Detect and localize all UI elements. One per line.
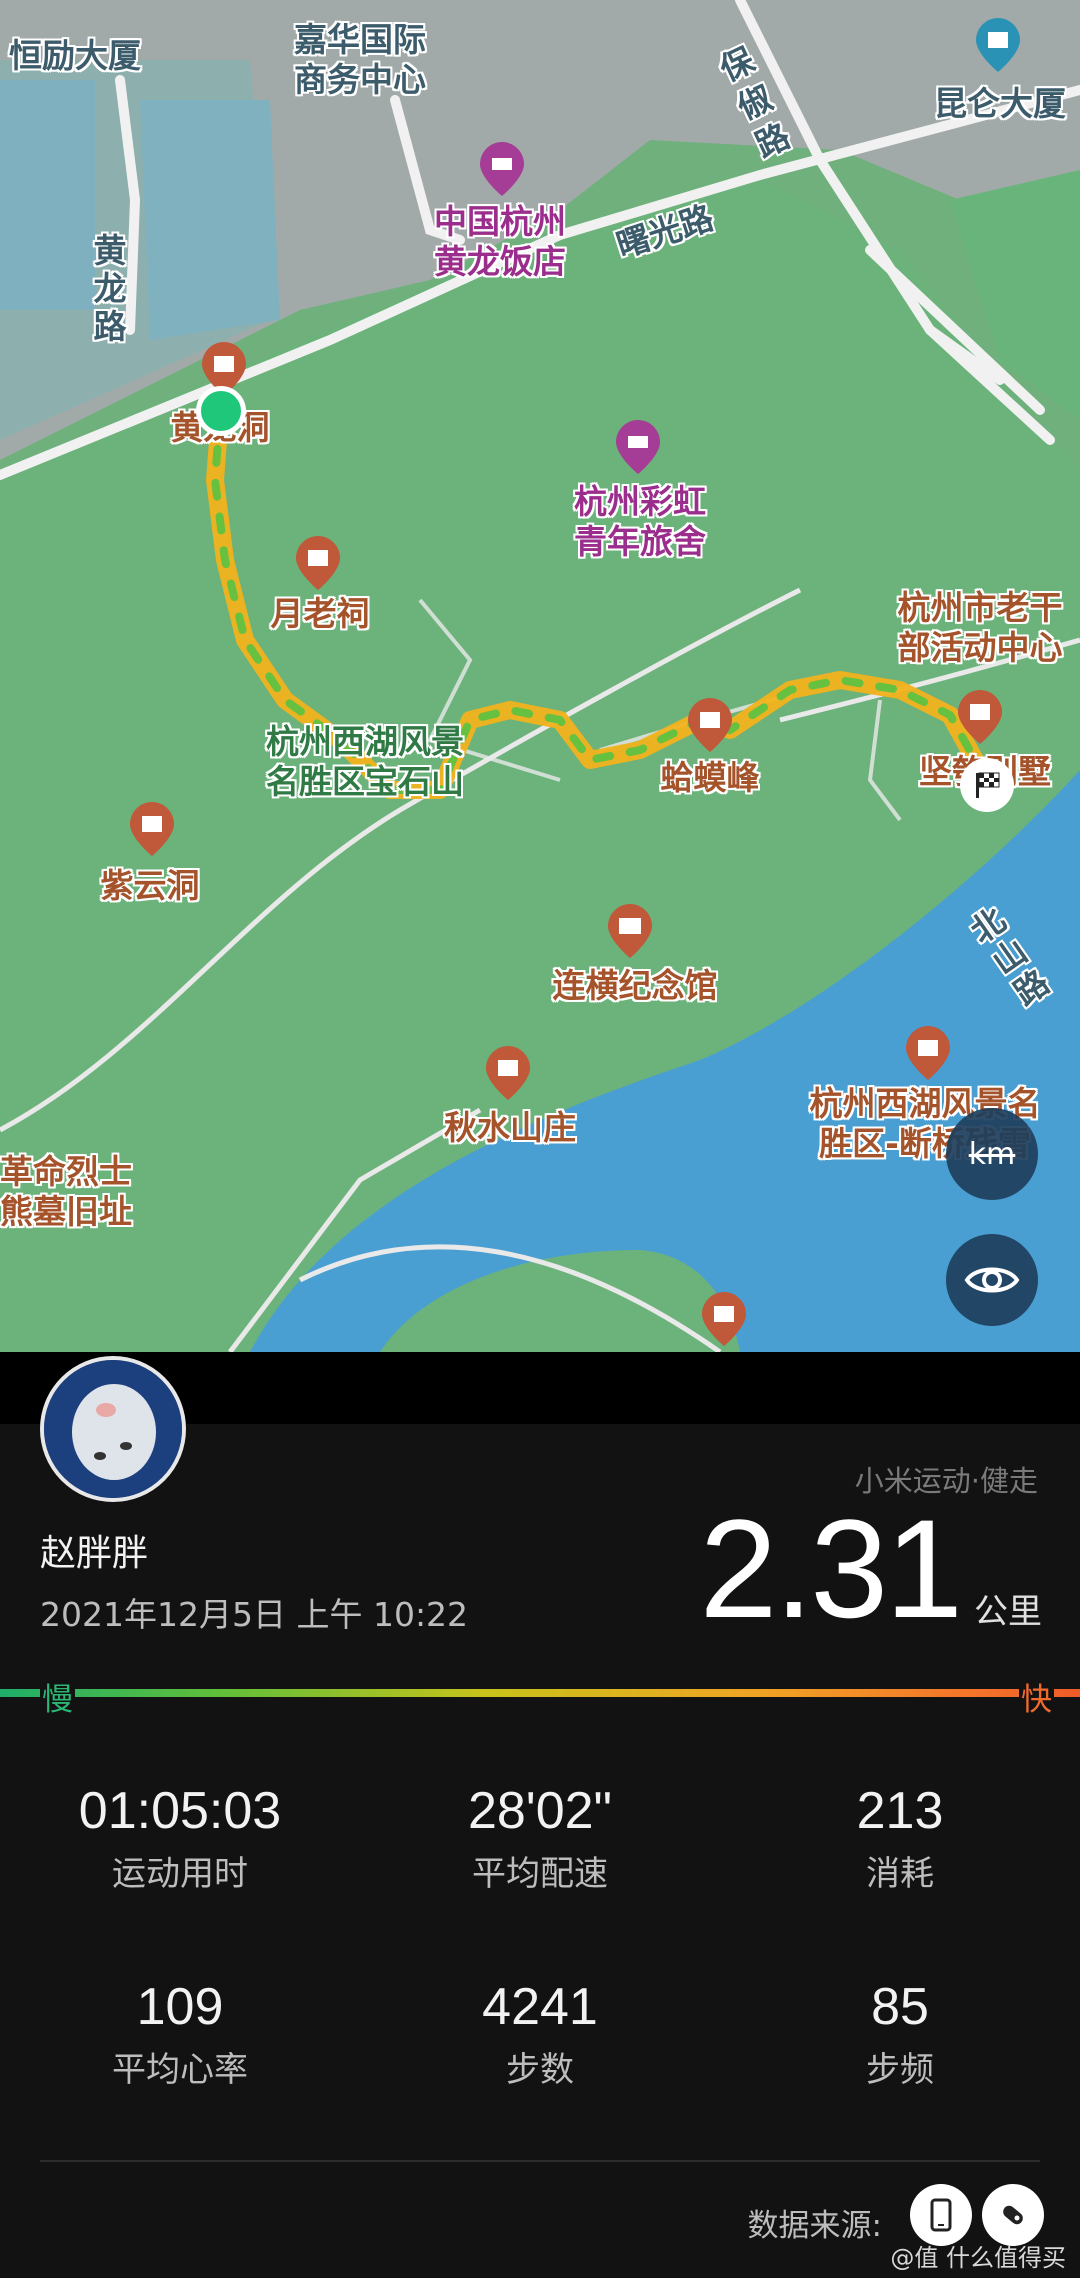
- map-label-kunlun: 昆仑大厦: [934, 84, 1066, 123]
- museum-icon: [608, 904, 652, 958]
- distance-unit: 公里: [974, 1592, 1042, 1632]
- stat-value: 28'02": [467, 1782, 613, 1840]
- divider: [40, 2160, 1040, 2162]
- pace-slow-label: 慢: [40, 1674, 75, 1719]
- map-label-yuelao: 月老祠: [270, 594, 370, 633]
- data-source-label: 数据来源:: [747, 2208, 882, 2244]
- stat-steps: 4241 步数: [360, 1976, 720, 2091]
- hotel-icon: [616, 420, 660, 474]
- stat-avg-heart-rate: 109 平均心率: [0, 1976, 360, 2091]
- workout-summary-panel: 赵胖胖 2021年12月5日 上午 10:22 小米运动·健走 2.31 公里 …: [0, 1352, 1080, 2278]
- hotel-icon: [480, 142, 524, 196]
- map-label-westlake-park: 杭州西湖风景 名胜区宝石山: [266, 722, 464, 801]
- map-label-jiahua: 嘉华国际 商务中心: [294, 20, 426, 99]
- stat-value: 01:05:03: [78, 1782, 282, 1840]
- start-point-icon: [196, 386, 246, 436]
- stat-label: 平均配速: [472, 1854, 608, 1894]
- pin-icon: [906, 1026, 950, 1080]
- map-label-qiushui: 秋水山庄: [444, 1108, 576, 1147]
- stat-label: 平均心率: [112, 2050, 248, 2090]
- map-label-ziyun: 紫云洞: [100, 866, 200, 905]
- stat-label: 消耗: [866, 1854, 934, 1894]
- user-name: 赵胖胖: [40, 1533, 149, 1574]
- route-map[interactable]: 恒励大厦 嘉华国际 商务中心 昆仑大厦 保俶路 中国杭州 黄龙饭店 曙光路 黄龙…: [0, 0, 1080, 1352]
- map-label-lianheng: 连横纪念馆: [552, 966, 718, 1005]
- pin-icon: [688, 698, 732, 752]
- stat-duration: 01:05:03 运动用时: [0, 1780, 360, 1895]
- map-label-laogan: 杭州市老干 部活动中心: [897, 588, 1063, 667]
- unit-toggle-button[interactable]: km: [946, 1108, 1038, 1200]
- map-label-hama-peak: 蛤蟆峰: [660, 758, 760, 797]
- pin-icon: [296, 536, 340, 590]
- stat-value: 4241: [482, 1978, 598, 2036]
- map-label-hengli: 恒励大厦: [9, 36, 141, 75]
- map-label-hostel: 杭州彩虹 青年旅舍: [574, 482, 706, 561]
- eye-icon: [964, 1267, 1020, 1293]
- avatar[interactable]: [40, 1356, 186, 1502]
- stat-label: 步频: [866, 2050, 934, 2090]
- map-label-huanglong-hotel: 中国杭州 黄龙饭店: [434, 202, 566, 281]
- pin-icon: [130, 802, 174, 856]
- stat-avg-pace: 28'02" 平均配速: [360, 1780, 720, 1895]
- unit-toggle-label: km: [968, 1136, 1016, 1172]
- pin-icon: [486, 1046, 530, 1100]
- workout-datetime: 2021年12月5日 上午 10:22: [40, 1595, 469, 1634]
- stat-label: 运动用时: [112, 1854, 248, 1894]
- band-icon[interactable]: [982, 2184, 1044, 2246]
- pin-icon: [958, 690, 1002, 744]
- stat-label: 步数: [506, 2050, 574, 2090]
- watermark: @值 什么值得买: [890, 2244, 1066, 2272]
- pace-fast-label: 快: [1019, 1674, 1054, 1719]
- stat-value: 109: [136, 1978, 224, 2036]
- stat-value: 85: [871, 1978, 929, 2036]
- map-label-huanglong-road: 黄龙路: [93, 231, 127, 346]
- pin-icon: [976, 18, 1020, 72]
- distance-value: 2.31: [699, 1490, 963, 1647]
- phone-icon[interactable]: [910, 2184, 972, 2246]
- pin-icon: [702, 1292, 746, 1346]
- stat-calories: 213 消耗: [720, 1780, 1080, 1895]
- avatar-image: [44, 1360, 182, 1498]
- map-label-geming: 革命烈士 熊墓旧址: [0, 1152, 132, 1231]
- view-toggle-button[interactable]: [946, 1234, 1038, 1326]
- finish-flag-icon: [960, 758, 1014, 812]
- stat-cadence: 85 步频: [720, 1976, 1080, 2091]
- pace-gradient-bar: [0, 1689, 1080, 1697]
- stat-value: 213: [856, 1782, 944, 1840]
